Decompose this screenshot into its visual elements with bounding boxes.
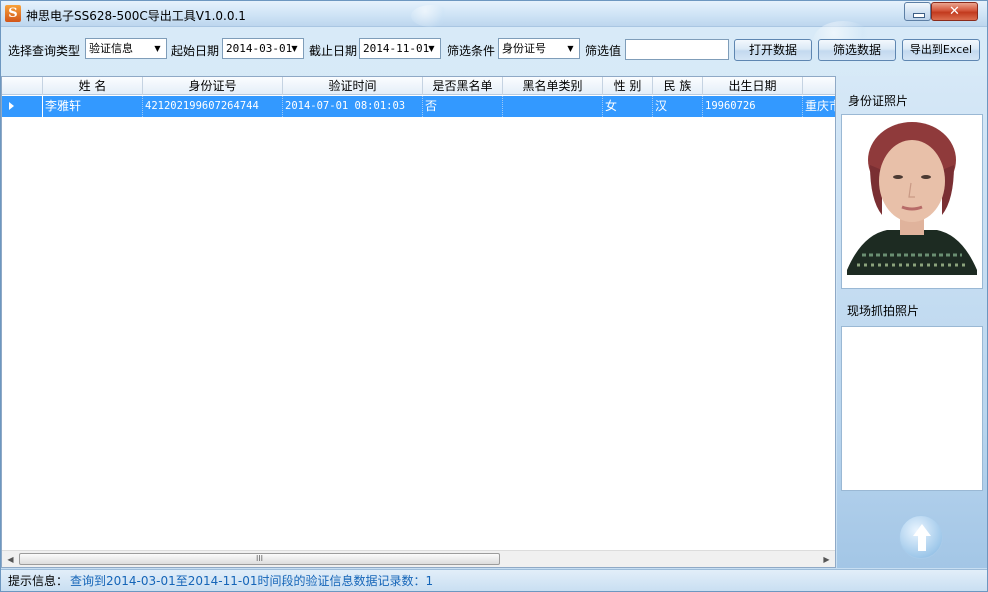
status-bar: 提示信息： 查询到2014-03-01至2014-11-01时间段的验证信息数据记… (1, 569, 987, 591)
column-header-verify-time[interactable]: 验证时间 (283, 77, 423, 95)
live-photo-frame (841, 326, 983, 491)
cell-ethnicity: 汉 (653, 96, 703, 117)
column-header-gender[interactable]: 性 别 (603, 77, 653, 95)
column-header-extra (803, 77, 835, 95)
cell-blacklist-type (503, 96, 603, 117)
scroll-left-arrow-icon[interactable]: ◀ (2, 551, 19, 568)
live-photo-label: 现场抓拍照片 (847, 304, 920, 318)
table-row[interactable]: 李雅轩 421202199607264744 2014-07-01 08:01:… (43, 96, 835, 117)
id-photo-frame (841, 114, 983, 289)
query-type-value: 验证信息 (89, 42, 133, 55)
start-date-value: 2014-03-01 (226, 42, 293, 55)
end-date-label: 截止日期 (309, 44, 358, 58)
row-selector-arrow-icon[interactable] (2, 96, 42, 117)
cell-blacklisted: 否 (423, 96, 503, 117)
dropdown-arrow-icon: ▼ (428, 44, 435, 53)
filter-condition-select[interactable]: 身份证号 ▼ (498, 38, 580, 59)
cell-verify-time: 2014-07-01 08:01:03 (283, 96, 423, 117)
up-arrow-icon (899, 515, 943, 559)
column-header-ethnicity[interactable]: 民 族 (653, 77, 703, 95)
cell-name: 李雅轩 (43, 96, 143, 117)
data-grid[interactable]: 姓 名 身份证号 验证时间 是否黑名单 黑名单类别 性 别 民 族 出生日期 李… (1, 76, 836, 568)
column-header-blacklist-type[interactable]: 黑名单类别 (503, 77, 603, 95)
query-toolbar: 选择查询类型 验证信息 ▼ 起始日期 2014-03-01 ▼ 截止日期 201… (1, 28, 987, 74)
title-bar: S 神思电子SS628-500C导出工具V1.0.0.1 ✕ (1, 1, 987, 61)
filter-condition-value: 身份证号 (502, 42, 546, 55)
export-excel-button[interactable]: 导出到Excel (902, 39, 980, 61)
horizontal-scrollbar[interactable]: ◀ III ▶ (2, 550, 835, 567)
id-photo-label: 身份证照片 (848, 94, 909, 108)
end-date-picker[interactable]: 2014-11-01 ▼ (359, 38, 441, 59)
row-header-corner (2, 77, 43, 95)
dropdown-arrow-icon: ▼ (154, 44, 161, 53)
status-message: 查询到2014-03-01至2014-11-01时间段的验证信息数据记录数：1 (70, 574, 434, 588)
open-data-button[interactable]: 打开数据 (734, 39, 812, 61)
start-date-picker[interactable]: 2014-03-01 ▼ (222, 38, 304, 59)
query-type-select[interactable]: 验证信息 ▼ (85, 38, 167, 59)
minimize-button[interactable] (904, 2, 931, 21)
filter-data-button[interactable]: 筛选数据 (818, 39, 896, 61)
close-button[interactable]: ✕ (931, 2, 978, 21)
grid-header: 姓 名 身份证号 验证时间 是否黑名单 黑名单类别 性 别 民 族 出生日期 (2, 77, 835, 95)
column-header-name[interactable]: 姓 名 (43, 77, 143, 95)
window-title: 神思电子SS628-500C导出工具V1.0.0.1 (26, 9, 246, 23)
decorative-bubble (411, 5, 451, 27)
column-header-id-number[interactable]: 身份证号 (143, 77, 283, 95)
cell-gender: 女 (603, 96, 653, 117)
id-photo-image (842, 115, 982, 288)
photo-panel: 身份证照片 现场抓拍照片 (837, 76, 987, 568)
dropdown-arrow-icon: ▼ (291, 44, 298, 53)
cell-address: 重庆市 (805, 99, 835, 113)
dropdown-arrow-icon: ▼ (567, 44, 574, 53)
column-header-birth-date[interactable]: 出生日期 (703, 77, 803, 95)
start-date-label: 起始日期 (171, 44, 220, 58)
cell-id-number: 421202199607264744 (143, 96, 283, 117)
filter-condition-label: 筛选条件 (447, 44, 496, 58)
end-date-value: 2014-11-01 (363, 42, 430, 55)
column-header-blacklisted[interactable]: 是否黑名单 (423, 77, 503, 95)
status-prefix: 提示信息： (8, 574, 69, 588)
filter-value-label: 筛选值 (585, 44, 622, 58)
scroll-right-arrow-icon[interactable]: ▶ (818, 551, 835, 568)
scrollbar-thumb[interactable]: III (19, 553, 500, 565)
main-window: S 神思电子SS628-500C导出工具V1.0.0.1 ✕ 选择查询类型 验证… (0, 0, 988, 592)
filter-value-input[interactable] (625, 39, 729, 60)
cell-birth-date: 19960726 (703, 96, 803, 117)
query-type-label: 选择查询类型 (8, 44, 81, 58)
ss-logo-icon: S (5, 5, 21, 22)
